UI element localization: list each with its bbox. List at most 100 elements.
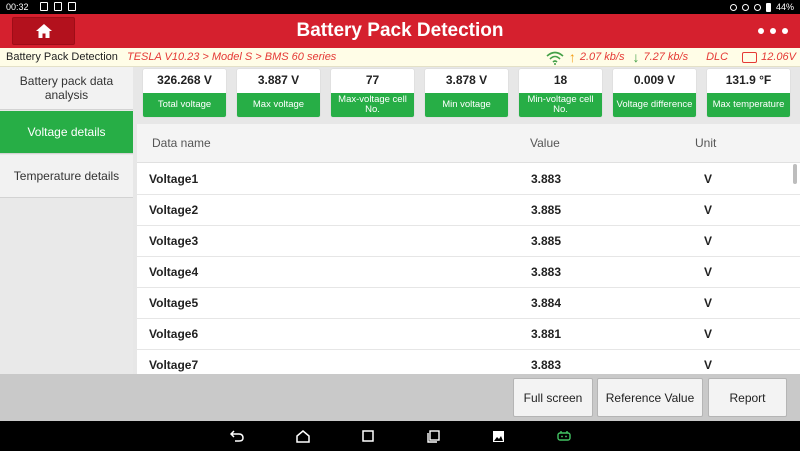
gallery-icon[interactable] [490, 428, 506, 444]
vehicle-voltage: 12.06V [761, 51, 796, 63]
button-label: Reference Value [605, 390, 695, 405]
reference-value-button[interactable]: Reference Value [597, 378, 703, 417]
table-row: Voltage2 3.885 V [137, 195, 800, 226]
battery-percent: 44% [775, 2, 794, 12]
system-nav-bar [0, 421, 800, 451]
vibrate-icon [729, 3, 737, 11]
app-notification-icon [68, 2, 76, 11]
vci-connector-icon[interactable] [556, 428, 572, 444]
column-header-value: Value [530, 136, 560, 150]
summary-tile-voltage-difference: 0.009 V Voltage difference [613, 69, 696, 117]
sidebar-item-label: Voltage details [27, 125, 106, 139]
tile-value: 326.268 V [157, 73, 212, 87]
tile-label: Max voltage [237, 93, 320, 117]
cell-value: 3.885 [531, 234, 562, 248]
cell-unit: V [704, 234, 713, 248]
table-header: Data name Value Unit [137, 124, 800, 163]
voltage-table[interactable]: Data name Value Unit Voltage1 3.883 V Vo… [137, 124, 800, 374]
vehicle-battery-icon [742, 52, 758, 63]
more-options-button[interactable] [758, 22, 788, 40]
cell-name: Voltage3 [149, 234, 199, 248]
cell-name: Voltage4 [149, 265, 199, 279]
cell-value: 3.883 [531, 358, 562, 372]
sidebar-item-label: Temperature details [13, 169, 120, 183]
back-icon[interactable] [229, 428, 245, 444]
status-bar: 00:32 44% [0, 0, 800, 14]
tile-value: 3.887 V [257, 73, 300, 87]
cell-value: 3.885 [531, 203, 562, 217]
do-not-disturb-icon [741, 3, 749, 11]
home-nav-icon[interactable] [295, 428, 311, 444]
download-speed: 7.27 kb/s [643, 51, 689, 63]
cell-unit: V [704, 265, 713, 279]
column-header-data-name: Data name [152, 136, 211, 150]
table-scrollbar[interactable] [793, 164, 797, 184]
table-row: Voltage5 3.884 V [137, 288, 800, 319]
tile-label: Max temperature [707, 93, 790, 117]
tile-value: 131.9 °F [725, 73, 772, 87]
summary-tile-total-voltage: 326.268 V Total voltage [143, 69, 226, 117]
summary-tile-min-voltage: 3.878 V Min voltage [425, 69, 508, 117]
summary-tile-min-voltage-cell: 18 Min-voltage cell No. [519, 69, 602, 117]
cell-value: 3.884 [531, 296, 562, 310]
connection-status: ↑ 2.07 kb/s ↓ 7.27 kb/s DLC 12.06V [545, 48, 796, 67]
sidebar-item-temperature-details[interactable]: Temperature details [0, 155, 133, 198]
module-name: Battery Pack Detection [6, 51, 118, 63]
tile-value: 3.878 V [445, 73, 488, 87]
cell-unit: V [704, 358, 713, 372]
summary-tile-max-voltage-cell: 77 Max-voltage cell No. [331, 69, 414, 117]
full-screen-button[interactable]: Full screen [513, 378, 593, 417]
screenshot-icon[interactable] [425, 428, 441, 444]
sidebar: Battery pack data analysis Voltage detai… [0, 67, 133, 374]
wifi-icon [546, 51, 564, 65]
notification-icons [40, 2, 76, 11]
tile-label: Max-voltage cell No. [331, 93, 414, 117]
cell-name: Voltage5 [149, 296, 199, 310]
connection-type: DLC [706, 51, 729, 63]
cell-value: 3.883 [531, 265, 562, 279]
tile-value: 77 [365, 73, 380, 87]
column-header-unit: Unit [695, 136, 717, 150]
cell-unit: V [704, 296, 713, 310]
cell-name: Voltage1 [149, 172, 199, 186]
sidebar-item-voltage-details[interactable]: Voltage details [0, 111, 133, 154]
usb-notification-icon [54, 2, 62, 11]
home-icon [35, 24, 52, 38]
status-time: 00:32 [6, 2, 29, 12]
button-label: Full screen [523, 390, 583, 405]
breadcrumb-bar: Battery Pack Detection TESLA V10.23 > Mo… [0, 48, 800, 67]
action-bar: Full screen Reference Value Report [0, 374, 800, 421]
more-dot-icon [782, 28, 788, 34]
recent-apps-icon[interactable] [360, 428, 376, 444]
cell-value: 3.881 [531, 327, 562, 341]
tile-value: 0.009 V [633, 73, 676, 87]
summary-tile-max-voltage: 3.887 V Max voltage [237, 69, 320, 117]
report-button[interactable]: Report [708, 378, 787, 417]
table-row: Voltage1 3.883 V [137, 164, 800, 195]
summary-tile-max-temperature: 131.9 °F Max temperature [707, 69, 790, 117]
cell-name: Voltage6 [149, 327, 199, 341]
system-icons: 44% [729, 0, 794, 14]
cell-unit: V [704, 327, 713, 341]
home-button[interactable] [12, 17, 75, 45]
upload-speed: 2.07 kb/s [579, 51, 625, 63]
summary-tiles: 326.268 V Total voltage 3.887 V Max volt… [143, 67, 800, 119]
table-row: Voltage4 3.883 V [137, 257, 800, 288]
tile-label: Voltage difference [613, 93, 696, 117]
tile-label: Min voltage [425, 93, 508, 117]
wifi-status-icon [753, 3, 761, 11]
sidebar-item-label: Battery pack data analysis [19, 74, 114, 102]
cell-name: Voltage2 [149, 203, 199, 217]
tile-label: Min-voltage cell No. [519, 93, 602, 117]
cell-name: Voltage7 [149, 358, 199, 372]
page-title: Battery Pack Detection [296, 20, 504, 41]
button-label: Report [729, 390, 766, 405]
main-content: Battery pack data analysis Voltage detai… [0, 67, 800, 374]
cell-unit: V [704, 172, 713, 186]
app-bar: Battery Pack Detection [0, 14, 800, 48]
more-dot-icon [770, 28, 776, 34]
sidebar-item-battery-pack-data-analysis[interactable]: Battery pack data analysis [0, 67, 133, 110]
more-dot-icon [758, 28, 764, 34]
image-notification-icon [40, 2, 48, 11]
cell-unit: V [704, 203, 713, 217]
